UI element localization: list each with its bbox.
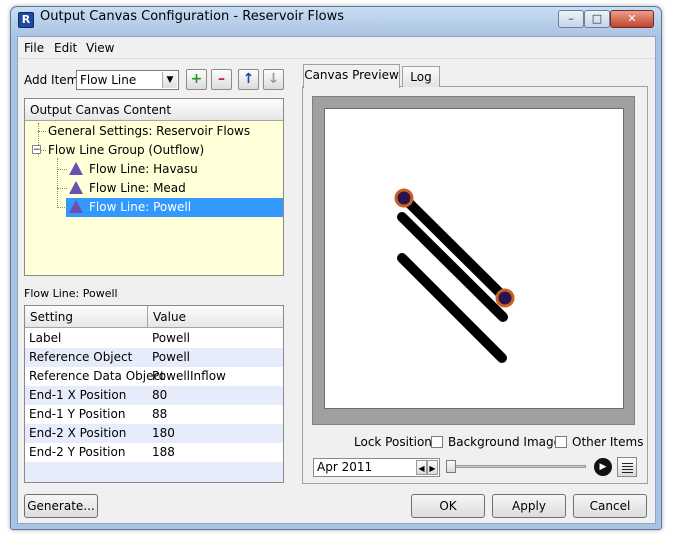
generate-button[interactable]: Generate... (24, 494, 98, 518)
setting-cell: Label (29, 331, 62, 345)
move-down-button[interactable]: ↓ (263, 69, 284, 90)
table-row[interactable]: End-1 Y Position 88 (25, 405, 283, 424)
window-title: Output Canvas Configuration - Reservoir … (40, 9, 345, 24)
setting-cell: Reference Data Object (29, 369, 165, 383)
table-row[interactable]: End-1 X Position 80 (25, 386, 283, 405)
tree-item-general-settings[interactable]: General Settings: Reservoir Flows (48, 122, 250, 141)
add-item-label: Add Item: (24, 73, 83, 87)
properties-caption: Flow Line: Powell (24, 287, 118, 300)
background-images-label: Background Images (448, 435, 568, 449)
lock-positions-label: Lock Positions: (354, 435, 443, 449)
cancel-button[interactable]: Cancel (573, 494, 647, 518)
table-row[interactable]: Reference Object Powell (25, 348, 283, 367)
table-row[interactable]: Label Powell (25, 329, 283, 348)
app-icon: R (18, 12, 34, 28)
tab-canvas-preview[interactable]: Canvas Preview (303, 64, 400, 88)
apply-button[interactable]: Apply (492, 494, 566, 518)
tab-log[interactable]: Log (402, 66, 440, 87)
chevron-down-icon[interactable]: ▼ (162, 72, 177, 88)
remove-item-button[interactable]: – (211, 69, 232, 90)
tree-item-label: Flow Line: Mead (89, 181, 186, 195)
value-cell: 80 (152, 388, 168, 402)
tree-header: Output Canvas Content (25, 99, 283, 121)
setting-cell: End-1 Y Position (29, 407, 126, 421)
value-cell: 180 (152, 426, 175, 440)
list-icon[interactable] (617, 457, 637, 477)
tree-item-label: Flow Line: Powell (89, 200, 192, 214)
tree-guide-line (38, 131, 46, 132)
endpoint-handle-2[interactable] (495, 288, 515, 308)
flow-line-powell[interactable] (398, 192, 510, 303)
value-cell: 188 (152, 445, 175, 459)
setting-cell: End-2 X Position (29, 426, 127, 440)
tree-item-havasu[interactable]: Flow Line: Havasu (69, 160, 198, 179)
minimize-button[interactable]: – (558, 10, 584, 28)
tree-guide-line (57, 158, 58, 208)
value-cell: Powell (152, 331, 191, 345)
date-prev-button[interactable]: ◀ (416, 460, 427, 475)
flow-line-icon (69, 162, 83, 175)
ok-button[interactable]: OK (411, 494, 485, 518)
value-cell: Powell (152, 350, 191, 364)
close-button[interactable]: ✕ (610, 10, 654, 28)
value-cell: 88 (152, 407, 168, 421)
other-items-checkbox[interactable] (555, 436, 567, 448)
tree-item-powell[interactable]: Flow Line: Powell (69, 198, 191, 217)
canvas-preview[interactable] (324, 108, 624, 409)
menu-file[interactable]: File (24, 41, 44, 55)
setting-cell: End-2 Y Position (29, 445, 126, 459)
maximize-button[interactable]: □ (584, 10, 610, 28)
timeline-slider-track[interactable] (448, 465, 586, 468)
background-images-checkbox[interactable] (431, 436, 443, 448)
table-row[interactable]: End-2 Y Position 188 (25, 443, 283, 462)
date-next-button[interactable]: ▶ (427, 460, 438, 475)
move-up-button[interactable]: ↑ (238, 69, 259, 90)
table-row-empty (25, 462, 283, 482)
column-header-setting[interactable]: Setting (25, 306, 148, 328)
setting-cell: Reference Object (29, 350, 133, 364)
flow-line-icon (69, 181, 83, 194)
menu-view[interactable]: View (86, 41, 114, 55)
canvas-drawing (394, 188, 515, 363)
value-cell: PowellInflow (152, 369, 226, 383)
other-items-label: Other Items (572, 435, 644, 449)
tree-guide-line (57, 188, 67, 189)
tree-item-flow-line-group[interactable]: Flow Line Group (Outflow) (48, 141, 204, 160)
table-row[interactable]: Reference Data Object PowellInflow (25, 367, 283, 386)
play-icon[interactable]: ▶ (594, 458, 612, 476)
tree-item-label: Flow Line: Havasu (89, 162, 198, 176)
flow-line-icon (69, 200, 83, 213)
timeline-slider-thumb[interactable] (446, 460, 456, 473)
tree-guide-line (57, 207, 67, 208)
tree-item-mead[interactable]: Flow Line: Mead (69, 179, 186, 198)
add-item-button[interactable]: + (186, 69, 207, 90)
setting-cell: End-1 X Position (29, 388, 127, 402)
column-header-value[interactable]: Value (148, 306, 283, 328)
menu-edit[interactable]: Edit (54, 41, 77, 55)
tree-guide-line (57, 169, 67, 170)
endpoint-handle-1[interactable] (394, 188, 414, 208)
collapse-icon[interactable]: − (32, 145, 41, 155)
table-row[interactable]: End-2 X Position 180 (25, 424, 283, 443)
